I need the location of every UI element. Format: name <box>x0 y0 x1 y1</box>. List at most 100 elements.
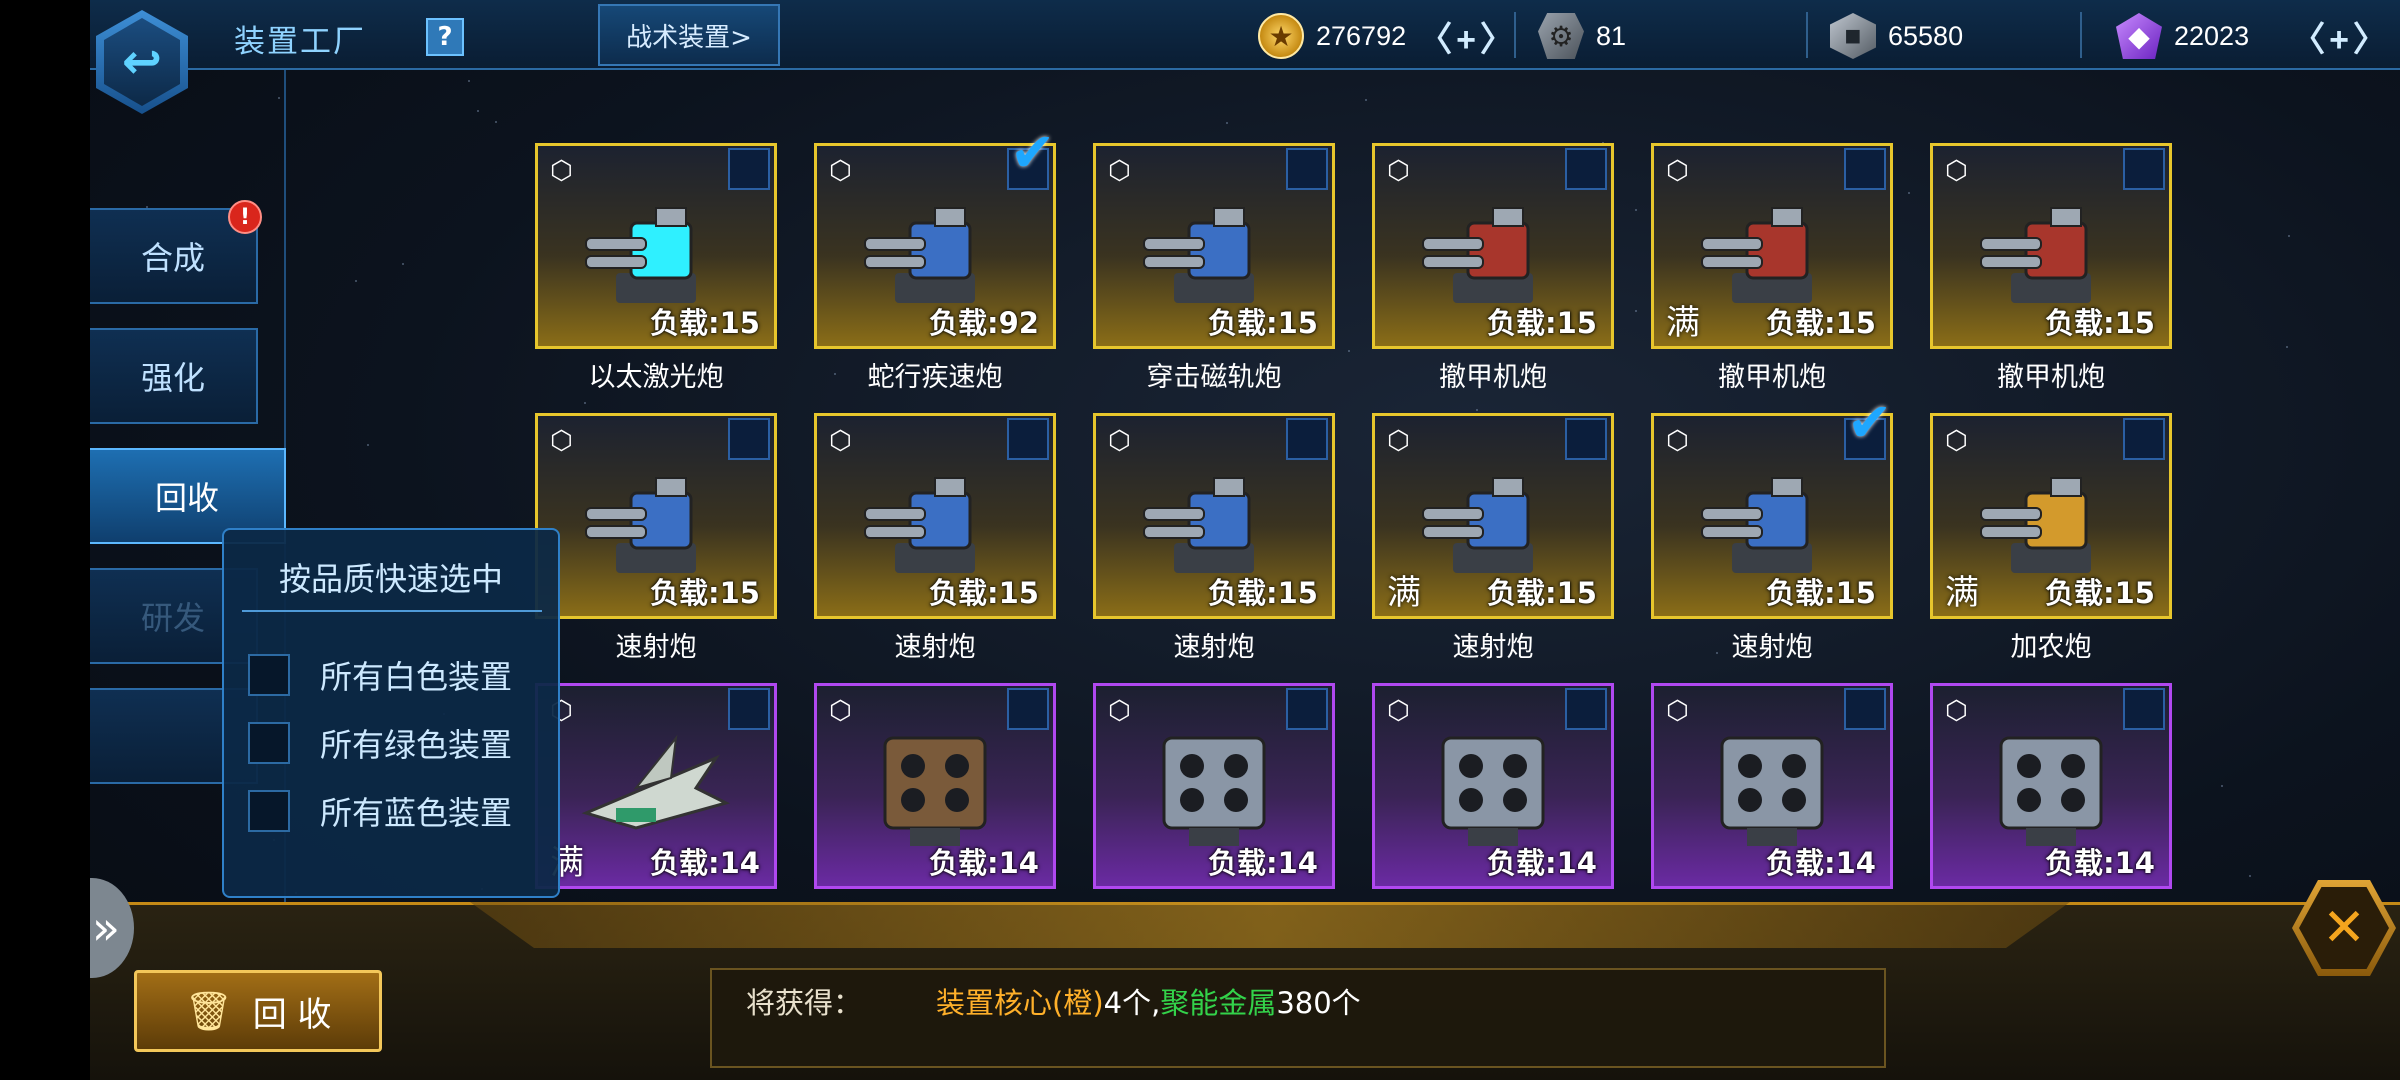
recycle-button[interactable]: 🗑 回 收 <box>134 970 382 1052</box>
device-name: 速射炮 <box>1452 632 1534 663</box>
resource-value: 65580 <box>1888 20 1964 51</box>
hexagon-icon: ⬡ <box>550 426 573 456</box>
resource-ore: ⚙ 81 <box>1538 8 1626 64</box>
load-value: 负载:15 <box>1208 576 1318 610</box>
device-card[interactable]: ⬡ 负载:15 <box>535 143 777 349</box>
hexagon-icon: ⬡ <box>1945 156 1968 186</box>
recycle-label: 回 收 <box>252 994 332 1035</box>
device-name: 速射炮 <box>615 632 697 663</box>
resource-gem: ◆ 22023 〈+〉 <box>2116 8 2391 64</box>
star-dot <box>1908 192 1910 194</box>
divider <box>1806 12 1808 58</box>
load-value: 负载:15 <box>650 306 760 340</box>
hexagon-icon: ⬡ <box>550 156 573 186</box>
quick-select-panel: 按品质快速选中 所有白色装置 所有绿色装置 所有蓝色装置 <box>222 528 560 898</box>
select-green-option[interactable]: 所有绿色装置 <box>248 720 512 766</box>
checkbox[interactable] <box>248 790 290 832</box>
device-card[interactable]: ⬡ 满 负载:15 <box>1651 143 1893 349</box>
page-title: 装置工厂 <box>234 24 366 60</box>
add-gem-button[interactable]: 〈+〉 <box>2291 12 2391 61</box>
load-value: 负载:92 <box>929 306 1039 340</box>
select-blue-option[interactable]: 所有蓝色装置 <box>248 788 512 834</box>
load-value: 负载:14 <box>650 846 760 880</box>
device-name: 撤甲机炮 <box>1439 362 1547 393</box>
hexagon-icon: ⬡ <box>1666 696 1689 726</box>
reward-core-count: 4个, <box>1103 986 1161 1020</box>
return-arrow-icon: ↩ <box>104 18 180 106</box>
device-card[interactable]: ⬡ 满 负载:15 <box>1930 413 2172 619</box>
hexagon-icon: ⬡ <box>1666 156 1689 186</box>
star-dot <box>1635 209 1637 211</box>
device-name: 速射炮 <box>1173 632 1255 663</box>
resource-value: 22023 <box>2174 20 2250 51</box>
ore-icon: ⚙ <box>1538 13 1584 59</box>
device-card[interactable]: ⬡ 负载:14 <box>1093 683 1335 889</box>
add-gold-button[interactable]: 〈+〉 <box>1418 12 1518 61</box>
hexagon-icon: ⬡ <box>829 696 852 726</box>
load-value: 负载:15 <box>1766 306 1876 340</box>
checkbox[interactable] <box>248 654 290 696</box>
divider <box>2080 12 2082 58</box>
device-card[interactable]: ⬡ 负载:15 <box>1930 143 2172 349</box>
divider <box>242 610 542 612</box>
checkbox[interactable] <box>248 722 290 764</box>
hexagon-icon: ⬡ <box>1108 696 1131 726</box>
help-button[interactable]: ? <box>426 18 464 56</box>
star-dot <box>1476 409 1478 411</box>
quick-select-title: 按品质快速选中 <box>278 560 503 598</box>
close-icon: ✕ <box>2299 887 2389 969</box>
option-label: 所有白色装置 <box>320 658 513 696</box>
select-white-option[interactable]: 所有白色装置 <box>248 652 512 698</box>
device-name: 蛇行疾速炮 <box>867 362 1003 393</box>
device-card[interactable]: ⬡ 满 负载:14 <box>535 683 777 889</box>
device-card[interactable]: ⬡ 负载:14 <box>1930 683 2172 889</box>
device-card[interactable]: ⬡ 负载:15 <box>1372 143 1614 349</box>
device-name: 撤甲机炮 <box>1997 362 2105 393</box>
device-card[interactable]: ⬡ 负载:15 <box>1093 143 1335 349</box>
reward-metal-name: 聚能金属 <box>1160 986 1277 1020</box>
hexagon-icon: ⬡ <box>829 426 852 456</box>
tab-label: 研发 <box>140 599 205 637</box>
reward-preview: 将获得： 装置核心(橙)4个,聚能金属380个 <box>710 968 1886 1068</box>
star-dot <box>2286 346 2288 348</box>
hexagon-icon: ⬡ <box>1108 156 1131 186</box>
reward-metal-count: 380个 <box>1276 986 1361 1020</box>
hexagon-icon: ⬡ <box>1387 156 1410 186</box>
resource-value: 276792 <box>1316 20 1407 51</box>
trash-icon: 🗑 <box>184 988 233 1033</box>
device-card[interactable]: ⬡ 负载:14 <box>1372 683 1614 889</box>
load-value: 负载:15 <box>2045 306 2155 340</box>
option-label: 所有蓝色装置 <box>320 794 513 832</box>
device-card[interactable]: ⬡ 负载:15 <box>535 413 777 619</box>
game-stage: 装置工厂 ? 战术装置> ★ 276792 〈+〉 ⚙ 81 ■ 65580 ◆… <box>90 0 2400 1080</box>
star-dot <box>1635 310 1637 312</box>
tab-synthesize[interactable]: 合成 ! <box>90 200 262 304</box>
reward-label: 将获得： <box>746 986 863 1020</box>
load-value: 负载:15 <box>1208 306 1318 340</box>
full-badge: 满 <box>1945 573 1979 613</box>
option-label: 所有绿色装置 <box>320 726 513 764</box>
resource-value: 81 <box>1596 20 1627 51</box>
star-dot <box>355 280 357 282</box>
device-card[interactable]: ⬡ 负载:15 <box>814 413 1056 619</box>
device-card[interactable]: ⬡ 负载:14 <box>1651 683 1893 889</box>
star-dot <box>1348 350 1350 352</box>
gold-coin-icon: ★ <box>1258 13 1304 59</box>
checkmark-icon: ✔ <box>1010 121 1056 184</box>
device-card[interactable]: ⬡ 满 负载:15 <box>1372 413 1614 619</box>
load-value: 负载:15 <box>1766 576 1876 610</box>
load-value: 负载:14 <box>929 846 1039 880</box>
star-dot <box>2288 235 2290 237</box>
device-card[interactable]: ⬡ 负载:15 <box>1093 413 1335 619</box>
reward-text: 装置核心(橙)4个,聚能金属380个 <box>936 980 1361 1022</box>
tab-enhance[interactable]: 强化 <box>90 328 258 424</box>
device-name: 穿击磁轨炮 <box>1146 362 1282 393</box>
load-value: 负载:15 <box>650 576 760 610</box>
star-dot <box>477 110 479 112</box>
tab-label: 合成 <box>140 239 205 277</box>
device-card[interactable]: ⬡ 负载:14 <box>814 683 1056 889</box>
top-bar: 装置工厂 ? 战术装置> ★ 276792 〈+〉 ⚙ 81 ■ 65580 ◆… <box>90 0 2400 70</box>
tab-label: 强化 <box>140 359 205 397</box>
tactical-device-button[interactable]: 战术装置> <box>598 4 780 66</box>
star-dot <box>1365 99 1367 101</box>
